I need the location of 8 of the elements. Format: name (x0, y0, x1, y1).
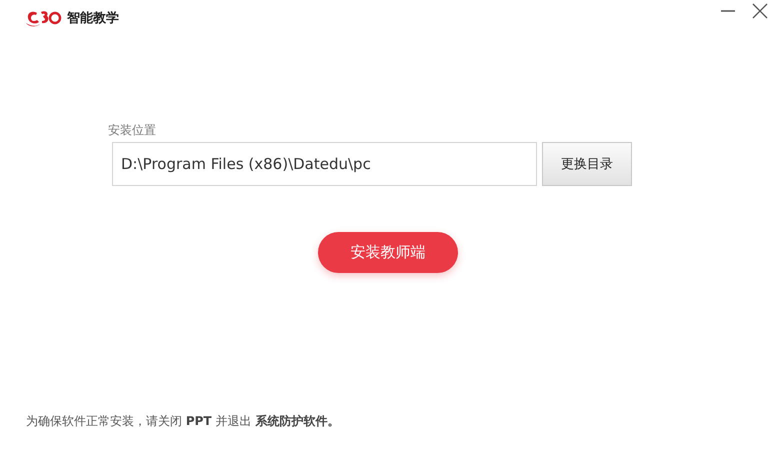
notice-text: 为确保软件正常安装，请关闭 PPT 并退出 系统防护软件。 (26, 414, 340, 428)
path-field[interactable]: D:\Program Files (x86)\Datedu\pc (112, 142, 537, 186)
browse-button[interactable]: 更换目录 (542, 142, 632, 186)
install-button[interactable]: 安装教师端 (318, 232, 458, 273)
app-title: 智能教学 (67, 10, 119, 27)
logo-icon (26, 9, 62, 27)
field-label: 安装位置 (108, 122, 157, 139)
close-icon[interactable] (752, 3, 768, 19)
